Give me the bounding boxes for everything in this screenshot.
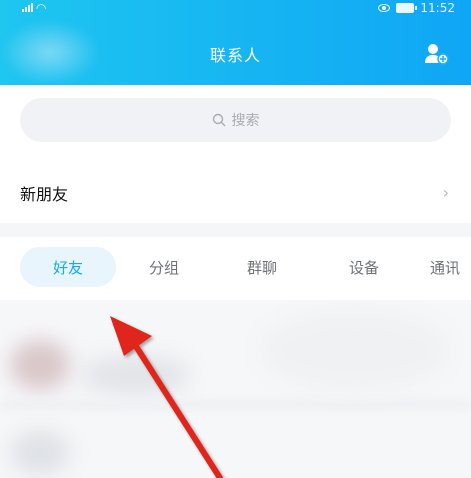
page-title: 联系人 — [209, 46, 261, 65]
blurred-avatar — [10, 340, 70, 390]
blurred-avatar — [10, 430, 70, 475]
contact-tabs: 好友 分组 群聊 设备 通讯 — [0, 247, 471, 295]
friends-list-blurred — [0, 300, 471, 478]
chevron-right-icon: › — [442, 183, 449, 202]
search-placeholder: 搜索 — [231, 113, 260, 129]
new-friends-label: 新朋友 — [20, 185, 69, 204]
status-bar: ◠ 11:52 — [0, 0, 471, 18]
tab-devices[interactable]: 设备 — [328, 247, 400, 287]
search-icon — [212, 113, 225, 127]
blurred-divider — [0, 400, 471, 410]
search-input[interactable]: 搜索 — [20, 98, 451, 142]
tab-contacts[interactable]: 通讯 — [420, 247, 471, 287]
section-divider — [0, 223, 471, 237]
add-contact-icon[interactable] — [424, 43, 450, 65]
blurred-name — [80, 355, 190, 395]
blurred-content — [260, 310, 450, 390]
tab-group-chats[interactable]: 群聊 — [226, 247, 298, 287]
status-time: 11:52 — [420, 1, 455, 15]
tab-friends[interactable]: 好友 — [20, 247, 116, 287]
wifi-icon: ◠ — [36, 1, 47, 15]
tab-groups[interactable]: 分组 — [128, 247, 200, 287]
eye-icon — [378, 4, 391, 12]
header-bar: ◠ 11:52 联系人 — [0, 0, 471, 85]
status-right: 11:52 — [378, 1, 455, 15]
battery-icon — [396, 3, 418, 13]
new-friends-row[interactable]: 新朋友 › — [0, 165, 471, 220]
signal-icon — [22, 3, 33, 12]
